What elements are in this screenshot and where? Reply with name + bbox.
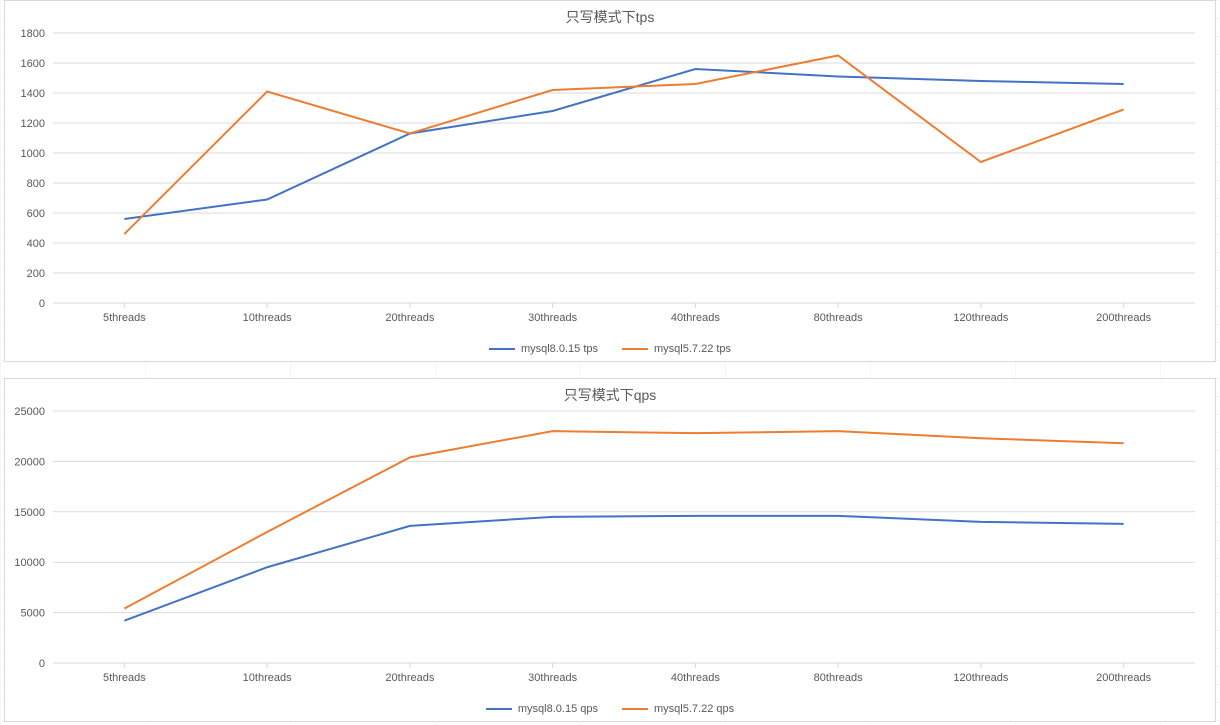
svg-text:30threads: 30threads	[528, 312, 577, 324]
svg-text:120threads: 120threads	[953, 672, 1009, 684]
svg-text:40threads: 40threads	[671, 312, 720, 324]
svg-text:1400: 1400	[21, 88, 45, 100]
svg-text:20threads: 20threads	[385, 312, 434, 324]
legend-label: mysql5.7.22 tps	[654, 343, 731, 355]
legend-item: mysql5.7.22 qps	[622, 703, 734, 715]
legend-item: mysql8.0.15 qps	[486, 703, 598, 715]
svg-text:5threads: 5threads	[103, 672, 146, 684]
legend-item: mysql5.7.22 tps	[622, 343, 731, 355]
chart-tps-legend: mysql8.0.15 tps mysql5.7.22 tps	[5, 343, 1215, 355]
legend-swatch-icon	[486, 708, 512, 710]
legend-label: mysql8.0.15 qps	[518, 703, 598, 715]
legend-item: mysql8.0.15 tps	[489, 343, 598, 355]
svg-text:40threads: 40threads	[671, 672, 720, 684]
svg-text:200: 200	[27, 268, 45, 280]
legend-label: mysql5.7.22 qps	[654, 703, 734, 715]
svg-text:400: 400	[27, 238, 45, 250]
svg-text:5threads: 5threads	[103, 312, 146, 324]
chart-tps-frame[interactable]: 只写模式下tps 0200400600800100012001400160018…	[4, 0, 1216, 362]
svg-text:200threads: 200threads	[1096, 672, 1152, 684]
legend-swatch-icon	[622, 348, 648, 350]
svg-text:20threads: 20threads	[385, 672, 434, 684]
svg-text:15000: 15000	[14, 507, 45, 519]
svg-text:1800: 1800	[21, 28, 45, 40]
svg-text:600: 600	[27, 208, 45, 220]
svg-text:20000: 20000	[14, 456, 45, 468]
svg-text:0: 0	[39, 658, 45, 670]
svg-text:30threads: 30threads	[528, 672, 577, 684]
svg-text:5000: 5000	[21, 608, 45, 620]
svg-text:800: 800	[27, 178, 45, 190]
chart-qps-plot: 0 5000 10000 15000 20000 25000 5threads 10threa…	[5, 401, 1215, 693]
chart-qps-g: 0 5000 10000 15000 20000 25000 5threads 10threa…	[14, 406, 1195, 684]
svg-text:10000: 10000	[14, 557, 45, 569]
chart-qps-frame[interactable]: 只写模式下qps 05000100001500020000250005threa…	[4, 378, 1216, 722]
chart-qps-legend: mysql8.0.15 qps mysql5.7.22 qps	[5, 703, 1215, 715]
svg-text:10threads: 10threads	[243, 672, 292, 684]
svg-text:1000: 1000	[21, 148, 45, 160]
svg-text:25000: 25000	[14, 406, 45, 418]
legend-swatch-icon	[622, 708, 648, 710]
svg-text:0: 0	[39, 298, 45, 310]
svg-text:200threads: 200threads	[1096, 312, 1152, 324]
page: 只写模式下tps 0200400600800100012001400160018…	[0, 0, 1220, 725]
chart-tps-g: 0 200 400 600 800 1000 1200 1400 1600 1800 5thread…	[21, 28, 1195, 324]
legend-swatch-icon	[489, 348, 515, 350]
legend-label: mysql8.0.15 tps	[521, 343, 598, 355]
chart-tps-plot: 0 200 400 600 800 1000 1200 1400 1600 1800 5thread…	[5, 23, 1215, 333]
svg-text:10threads: 10threads	[243, 312, 292, 324]
svg-text:120threads: 120threads	[953, 312, 1009, 324]
svg-text:80threads: 80threads	[814, 672, 863, 684]
svg-text:1600: 1600	[21, 58, 45, 70]
svg-text:1200: 1200	[21, 118, 45, 130]
svg-text:80threads: 80threads	[814, 312, 863, 324]
